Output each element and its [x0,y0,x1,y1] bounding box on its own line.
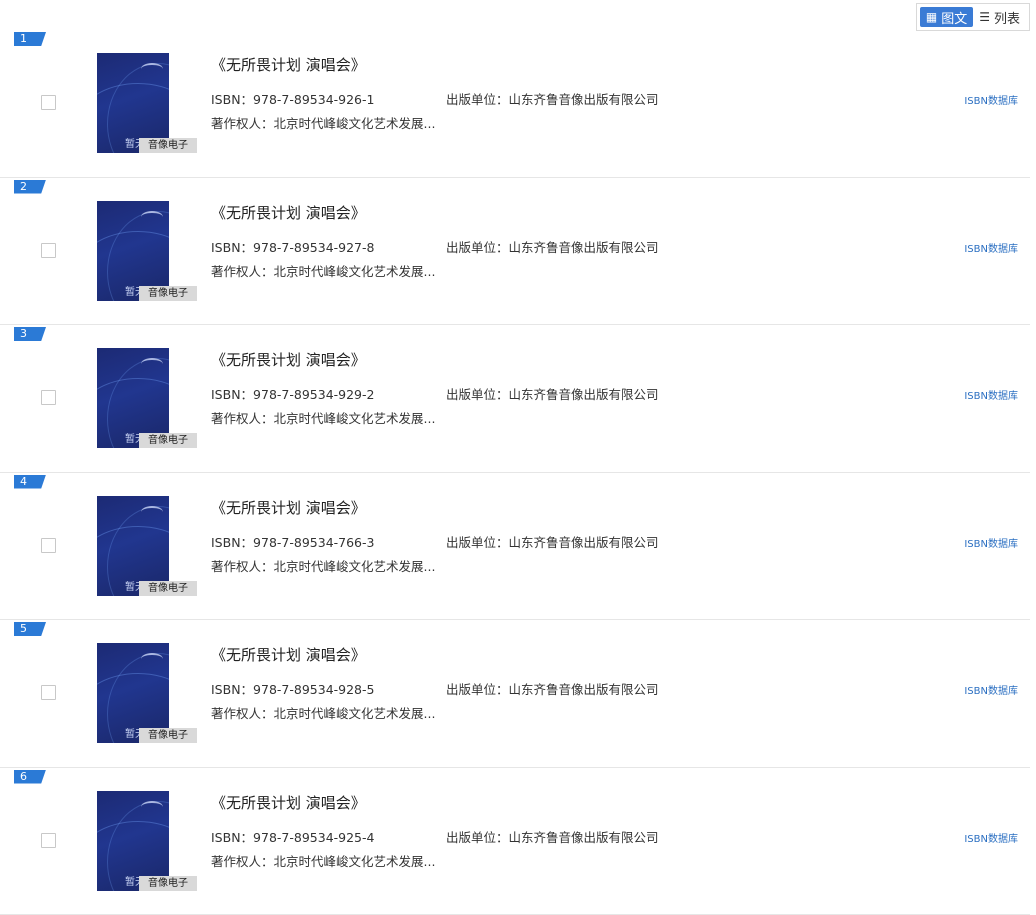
copyright-text: 著作权人：北京时代峰峻文化艺术发展... [211,261,435,280]
view-list-button[interactable]: ☰ 列表 [973,7,1026,27]
type-tag: 音像电子 [139,286,197,301]
publisher-text: 出版单位：山东齐鲁音像出版有限公司 [446,237,659,256]
isbn-db-link[interactable]: ISBN数据库 [964,240,1018,255]
view-graphic-label: 图文 [941,8,967,27]
isbn-text: ISBN：978-7-89534-927-8 [211,237,374,256]
item-title[interactable]: 《无所畏计划 演唱会》 [211,54,366,75]
copyright-text: 著作权人：北京时代峰峻文化艺术发展... [211,851,435,870]
isbn-text: ISBN：978-7-89534-928-5 [211,679,374,698]
emblem-icon [141,358,163,370]
isbn-db-link[interactable]: ISBN数据库 [964,387,1018,402]
select-checkbox[interactable] [41,95,56,110]
publisher-text: 出版单位：山东齐鲁音像出版有限公司 [446,532,659,551]
publisher-text: 出版单位：山东齐鲁音像出版有限公司 [446,384,659,403]
index-badge: 2 [14,180,46,194]
emblem-icon [141,63,163,75]
list-item: 3 暂无封面 音像电子 《无所畏计划 演唱会》 ISBN：978-7-89534… [0,325,1030,473]
select-checkbox[interactable] [41,390,56,405]
select-checkbox[interactable] [41,243,56,258]
list-item: 4 暂无封面 音像电子 《无所畏计划 演唱会》 ISBN：978-7-89534… [0,473,1030,621]
isbn-text: ISBN：978-7-89534-929-2 [211,384,374,403]
isbn-db-link[interactable]: ISBN数据库 [964,682,1018,697]
publisher-text: 出版单位：山东齐鲁音像出版有限公司 [446,89,659,108]
list-item: 5 暂无封面 音像电子 《无所畏计划 演唱会》 ISBN：978-7-89534… [0,620,1030,768]
list-item: 6 暂无封面 音像电子 《无所畏计划 演唱会》 ISBN：978-7-89534… [0,768,1030,915]
publisher-text: 出版单位：山东齐鲁音像出版有限公司 [446,679,659,698]
view-toggle: ▦ 图文 ☰ 列表 [916,3,1030,31]
result-list: 1 暂无封面 音像电子 《无所畏计划 演唱会》 ISBN：978-7-89534… [0,30,1030,915]
type-tag: 音像电子 [139,728,197,743]
publisher-text: 出版单位：山东齐鲁音像出版有限公司 [446,827,659,846]
view-list-label: 列表 [994,8,1020,27]
select-checkbox[interactable] [41,685,56,700]
type-tag: 音像电子 [139,433,197,448]
copyright-text: 著作权人：北京时代峰峻文化艺术发展... [211,113,435,132]
list-item: 2 暂无封面 音像电子 《无所畏计划 演唱会》 ISBN：978-7-89534… [0,178,1030,326]
isbn-text: ISBN：978-7-89534-766-3 [211,532,374,551]
item-title[interactable]: 《无所畏计划 演唱会》 [211,497,366,518]
emblem-icon [141,506,163,518]
select-checkbox[interactable] [41,833,56,848]
copyright-text: 著作权人：北京时代峰峻文化艺术发展... [211,408,435,427]
index-badge: 1 [14,32,46,46]
type-tag: 音像电子 [139,138,197,153]
isbn-db-link[interactable]: ISBN数据库 [964,830,1018,845]
type-tag: 音像电子 [139,876,197,891]
isbn-text: ISBN：978-7-89534-926-1 [211,89,374,108]
item-title[interactable]: 《无所畏计划 演唱会》 [211,349,366,370]
emblem-icon [141,801,163,813]
list-item: 1 暂无封面 音像电子 《无所畏计划 演唱会》 ISBN：978-7-89534… [0,30,1030,178]
isbn-text: ISBN：978-7-89534-925-4 [211,827,374,846]
copyright-text: 著作权人：北京时代峰峻文化艺术发展... [211,703,435,722]
index-badge: 5 [14,622,46,636]
select-checkbox[interactable] [41,538,56,553]
item-title[interactable]: 《无所畏计划 演唱会》 [211,792,366,813]
view-graphic-button[interactable]: ▦ 图文 [920,7,973,27]
item-title[interactable]: 《无所畏计划 演唱会》 [211,644,366,665]
list-icon: ☰ [979,10,990,24]
item-title[interactable]: 《无所畏计划 演唱会》 [211,202,366,223]
isbn-db-link[interactable]: ISBN数据库 [964,535,1018,550]
type-tag: 音像电子 [139,581,197,596]
index-badge: 6 [14,770,46,784]
copyright-text: 著作权人：北京时代峰峻文化艺术发展... [211,556,435,575]
grid-icon: ▦ [926,10,937,24]
index-badge: 3 [14,327,46,341]
index-badge: 4 [14,475,46,489]
emblem-icon [141,211,163,223]
emblem-icon [141,653,163,665]
isbn-db-link[interactable]: ISBN数据库 [964,92,1018,107]
